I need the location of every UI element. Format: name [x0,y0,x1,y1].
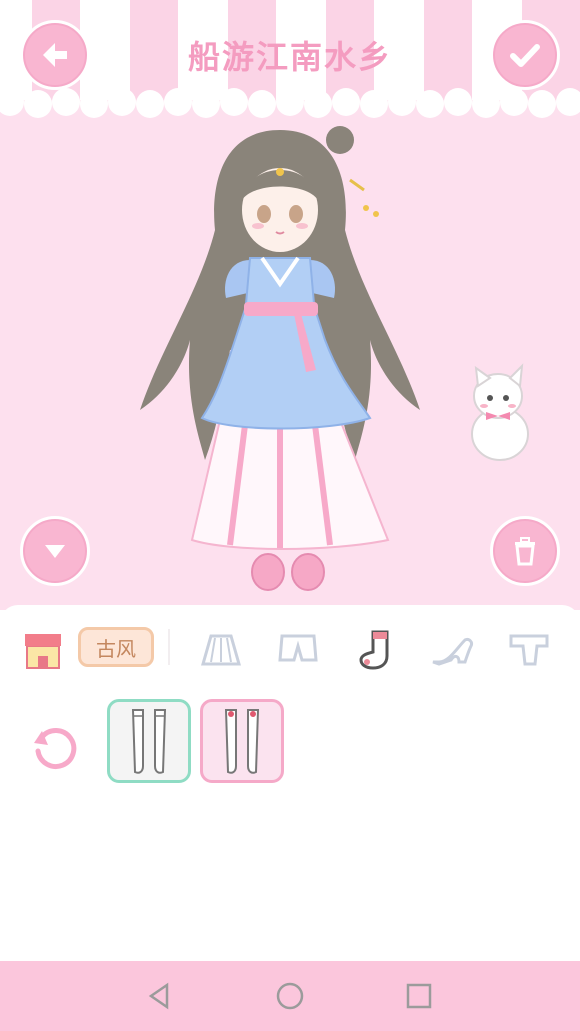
tab-shoes[interactable] [427,625,477,675]
collapse-button[interactable] [20,516,90,586]
tab-divider [168,629,170,665]
wardrobe-panel: 古风 [0,605,580,965]
high-heel-icon [432,638,473,666]
dressup-stage: 船游江南水乡 [0,0,580,610]
skirt-icon [201,634,241,666]
item-option[interactable] [200,699,284,783]
circle-home-icon [276,982,304,1010]
nav-home-button[interactable] [273,979,307,1013]
shop-icon [25,634,61,669]
undo-icon [34,728,77,769]
stockings-icon [131,709,167,774]
shop-button[interactable] [18,625,68,675]
tab-shorts[interactable] [273,625,323,675]
doll-character [140,126,420,591]
category-tabs: 古风 [0,621,580,679]
tab-skirt[interactable] [196,625,246,675]
nav-back-button[interactable] [143,979,177,1013]
item-grid [0,699,580,789]
chevron-down-icon [45,545,65,558]
reset-button[interactable] [26,719,82,775]
square-recents-icon [406,983,432,1009]
stockings-bow-icon [224,709,260,774]
triangle-back-icon [148,982,169,1010]
nav-recents-button[interactable] [402,979,436,1013]
shorts-icon [278,634,318,662]
tab-socks[interactable] [350,625,400,675]
arrow-left-icon [43,43,67,67]
trash-icon [515,537,535,566]
pet-cat [471,363,529,461]
confirm-button[interactable] [490,20,560,90]
shirt-icon [509,634,549,666]
item-option[interactable] [107,699,191,783]
tab-tops[interactable] [504,625,554,675]
system-navbar [0,961,580,1031]
checkmark-icon [510,44,540,67]
style-filter-chip[interactable]: 古风 [78,627,154,667]
delete-button[interactable] [490,516,560,586]
sock-icon [359,630,389,670]
back-button[interactable] [20,20,90,90]
